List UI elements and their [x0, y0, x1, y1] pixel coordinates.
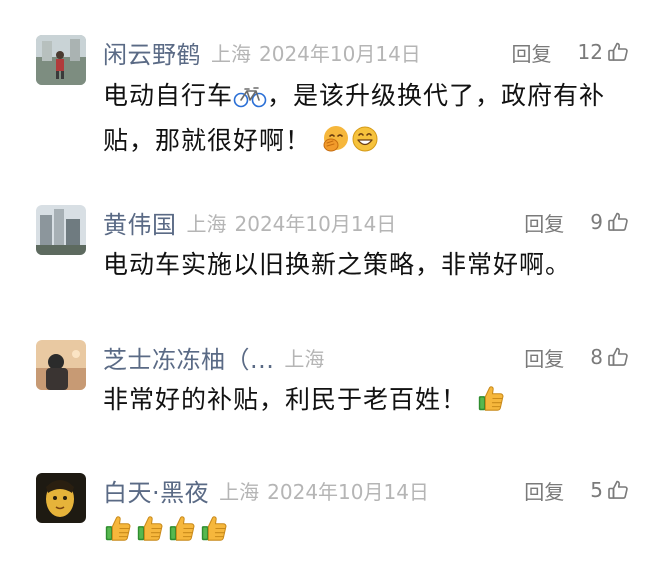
comment-author[interactable]: 白天·黑夜	[103, 473, 209, 508]
comment-text: 电动自行车 ，是该升级换代了，政府有补 贴，那就很好啊！	[103, 76, 630, 166]
comment-item: 闲云野鹤 上海 2024年10月14日 回复 12 电动自行车 ，是该升级换代了，…	[0, 0, 660, 175]
comment-item: 芝士冻冻柚（... 上海 回复 8 非常好的补贴，利民于老百姓！	[0, 320, 660, 455]
like-count: 12	[577, 40, 603, 64]
avatar[interactable]	[36, 340, 86, 390]
comment-meta: 上海 2024年10月14日	[211, 38, 421, 67]
comment-author[interactable]: 闲云野鹤	[103, 35, 201, 70]
comment-location: 上海	[186, 211, 227, 236]
comment-date: 2024年10月14日	[267, 479, 429, 504]
like-button[interactable]: 8	[590, 345, 630, 369]
thumbs-up-icon	[167, 513, 197, 555]
fingers-crossed-face-icon	[320, 124, 350, 166]
comment-list: 闲云野鹤 上海 2024年10月14日 回复 12 电动自行车 ，是该升级换代了，…	[0, 0, 660, 580]
reply-button[interactable]: 回复	[512, 38, 552, 67]
comment-meta: 上海	[284, 343, 324, 372]
comment-author[interactable]: 黄伟国	[103, 205, 177, 240]
like-button[interactable]: 5	[590, 478, 630, 502]
like-count: 8	[590, 345, 603, 369]
comment-text: 非常好的补贴，利民于老百姓！	[103, 380, 630, 425]
like-button[interactable]: 12	[578, 40, 630, 64]
like-count: 9	[590, 210, 603, 234]
thumbs-up-outline-icon	[606, 210, 630, 234]
comment-author[interactable]: 芝士冻冻柚（...	[103, 340, 274, 375]
comment-text	[103, 513, 630, 555]
comment-item: 黄伟国 上海 2024年10月14日 回复 9 电动车实施以旧换新之策略，非常好啊…	[0, 175, 660, 320]
comment-location: 上海	[211, 41, 251, 66]
emoji-row	[103, 513, 630, 555]
comment-location: 上海	[219, 479, 260, 504]
comment-meta: 上海 2024年10月14日	[187, 208, 397, 237]
thumbs-up-icon	[199, 513, 229, 555]
like-count: 5	[590, 478, 603, 502]
reply-button[interactable]: 回复	[524, 476, 564, 505]
avatar[interactable]	[36, 205, 86, 255]
bicycle-icon	[233, 81, 267, 121]
reply-button[interactable]: 回复	[524, 343, 564, 372]
comment-text: 电动车实施以旧换新之策略，非常好啊。	[103, 250, 572, 279]
grinning-face-icon	[350, 124, 380, 166]
comment-date: 2024年10月14日	[259, 41, 421, 66]
comment-item: 白天·黑夜 上海 2024年10月14日 回复 5	[0, 455, 660, 580]
reply-button[interactable]: 回复	[524, 208, 564, 237]
thumbs-up-icon	[476, 383, 506, 425]
thumbs-up-outline-icon	[606, 345, 630, 369]
comment-location: 上海	[284, 346, 325, 371]
thumbs-up-icon	[135, 513, 165, 555]
comment-date: 2024年10月14日	[234, 211, 397, 236]
thumbs-up-icon	[103, 513, 133, 555]
avatar[interactable]	[36, 473, 86, 523]
avatar[interactable]	[36, 35, 86, 85]
like-button[interactable]: 9	[590, 210, 630, 234]
thumbs-up-outline-icon	[606, 40, 630, 64]
thumbs-up-outline-icon	[606, 478, 630, 502]
comment-meta: 上海 2024年10月14日	[219, 476, 429, 505]
